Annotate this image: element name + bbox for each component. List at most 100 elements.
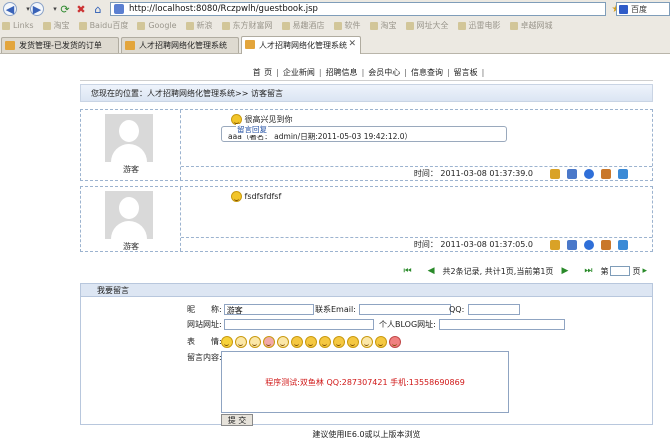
nav-jobs[interactable]: 招聘信息	[322, 67, 362, 78]
blush-emoji-icon[interactable]	[263, 336, 275, 348]
smile-emoji-icon	[231, 191, 242, 202]
grin-emoji-icon[interactable]	[235, 336, 247, 348]
angry-emoji-icon[interactable]	[347, 336, 359, 348]
search-engine-box[interactable]: 百度	[616, 2, 670, 16]
address-text: http://localhost:8080/Rczpwlh/guestbook.…	[129, 4, 318, 14]
guestbook-form: 我要留言 昵 称: 游客 联系Email: QQ: 网站网址: 个人BLOG网址…	[80, 283, 653, 426]
message-meta: 时间： 2011-03-08 01:37:39.0	[181, 166, 652, 180]
tab-orders[interactable]: 发货管理-已发货的订单	[1, 37, 119, 53]
avatar	[105, 114, 153, 162]
blog-home-icon[interactable]	[601, 168, 611, 179]
nickname-input[interactable]: 游客	[223, 304, 314, 315]
blog-input[interactable]	[438, 319, 565, 330]
blog-row: 个人BLOG网址:	[379, 319, 565, 330]
tab-recruit-2[interactable]: 人才招聘网络化管理系统 ✕	[241, 36, 361, 54]
email-icon[interactable]	[567, 239, 577, 250]
bookmark-label: 迅雷电影	[468, 21, 501, 30]
tab-strip: 发货管理-已发货的订单 人才招聘网络化管理系统 人才招聘网络化管理系统 ✕	[0, 35, 670, 54]
tab-recruit-1[interactable]: 人才招聘网络化管理系统	[121, 37, 239, 53]
bookmark-item[interactable]: 新浪	[185, 20, 213, 31]
blog-home-icon[interactable]	[601, 239, 611, 250]
page-content: 首 页 | 企业新闻 | 招聘信息 | 会员中心 | 信息查询 | 留言板 | 您现在的位置…	[80, 64, 653, 440]
thumbs-up-emoji-icon[interactable]	[361, 336, 373, 348]
website-row: 网站网址:	[187, 319, 374, 330]
prev-page-icon[interactable]: ◀	[428, 266, 435, 276]
goto-page-input[interactable]	[610, 266, 631, 276]
message-item: 游客 fsdfsfdfsf 时间： 2011-03-08 01:37:05.0	[80, 186, 653, 252]
bookmark-item[interactable]: 软件	[333, 20, 361, 31]
bookmark-item[interactable]: 迅雷电影	[457, 20, 501, 31]
address-bar[interactable]: http://localhost:8080/Rczpwlh/guestbook.…	[110, 2, 606, 16]
next-page-icon[interactable]: ▶	[561, 266, 568, 276]
kiss-emoji-icon[interactable]	[375, 336, 387, 348]
nav-search[interactable]: 信息查询	[407, 67, 447, 78]
qq-label: QQ:	[449, 305, 465, 314]
qq-input[interactable]	[468, 304, 521, 315]
content-label: 留言内容:	[187, 353, 222, 362]
tab-label: 发货管理-已发货的订单	[19, 41, 102, 50]
bookmark-icon	[369, 21, 378, 30]
surprise-emoji-icon[interactable]	[305, 336, 317, 348]
nav-news[interactable]: 企业新闻	[279, 67, 319, 78]
last-page-icon[interactable]: ⏭	[584, 266, 592, 276]
nav-member[interactable]: 会员中心	[364, 67, 404, 78]
bookmark-item[interactable]: Google	[137, 21, 177, 30]
message-meta: 时间： 2011-03-08 01:37:05.0	[181, 237, 652, 251]
bookmark-label: 淘宝	[53, 21, 70, 30]
bookmark-icon	[221, 21, 230, 30]
content-textarea[interactable]: 程序测试:双鱼林 QQ:287307421 手机:13558690869	[221, 351, 509, 413]
submit-button[interactable]: 提 交	[221, 414, 253, 426]
bookmark-item[interactable]: 东方财富网	[221, 20, 273, 31]
message-text: fsdfsfdfsf	[244, 192, 282, 201]
wink-emoji-icon[interactable]	[291, 336, 303, 348]
page-favicon-icon	[114, 4, 124, 14]
lips-emoji-icon[interactable]	[389, 336, 401, 348]
website-icon[interactable]	[584, 168, 594, 179]
message-author: 游客	[123, 242, 139, 251]
bookmark-label: 新浪	[196, 21, 213, 30]
bookmark-item[interactable]: 卓越网城	[509, 20, 553, 31]
sad-emoji-icon[interactable]	[333, 336, 345, 348]
blog-label: 个人BLOG网址:	[379, 320, 436, 329]
cool-emoji-icon[interactable]	[319, 336, 331, 348]
close-tab-icon[interactable]: ✕	[348, 39, 356, 49]
browser-chrome: ◀ ▾ ▶ ▾ ⟳ ✖ ⌂ http://localhost:8080/Rczp…	[0, 0, 670, 54]
email-icon[interactable]	[567, 168, 577, 179]
breadcrumb-text: 您现在的位置：人才招聘网络化管理系统>> 访客留言	[91, 88, 283, 98]
website-icon[interactable]	[584, 239, 594, 250]
qq-icon[interactable]	[550, 168, 560, 179]
stop-icon[interactable]: ✖	[72, 1, 90, 17]
bookmark-icon	[333, 21, 342, 30]
goto-page-button[interactable]: ▸	[642, 266, 647, 276]
email-input[interactable]	[358, 304, 451, 315]
bookmark-item[interactable]: 淘宝	[42, 20, 70, 31]
reply-icon[interactable]	[618, 239, 628, 250]
message-avatar-cell: 游客	[81, 110, 181, 180]
home-icon[interactable]: ⌂	[89, 1, 107, 17]
back-icon[interactable]: ◀	[3, 2, 17, 16]
bookmark-item[interactable]: Links	[2, 21, 34, 30]
smile-emoji-icon[interactable]	[221, 336, 233, 348]
forward-icon[interactable]: ▶	[30, 2, 44, 16]
message-time: 时间： 2011-03-08 01:37:05.0	[413, 240, 533, 249]
laugh-emoji-icon[interactable]	[249, 336, 261, 348]
first-page-icon[interactable]: ⏮	[404, 266, 412, 276]
reply-icon[interactable]	[618, 168, 628, 179]
bookmark-label: 淘宝	[380, 21, 397, 30]
tongue-emoji-icon[interactable]	[277, 336, 289, 348]
bookmark-icon	[405, 21, 414, 30]
bookmark-label: 易趣酒店	[292, 21, 325, 30]
nav-separator: |	[481, 67, 485, 77]
content-row: 留言内容:	[187, 352, 222, 363]
nav-home[interactable]: 首 页	[249, 67, 277, 78]
bookmark-item[interactable]: 网址大全	[405, 20, 449, 31]
bookmark-item[interactable]: 易趣酒店	[281, 20, 325, 31]
nav-guestbook[interactable]: 留言板	[450, 67, 482, 78]
bookmark-item[interactable]: 淘宝	[369, 20, 397, 31]
bookmark-item[interactable]: Baidu百度	[78, 20, 128, 31]
website-input[interactable]	[223, 319, 374, 330]
content-hint: 程序测试:双鱼林 QQ:287307421 手机:13558690869	[265, 377, 465, 387]
qq-icon[interactable]	[550, 239, 560, 250]
tab-favicon-icon	[125, 41, 135, 50]
tab-label: 人才招聘网络化管理系统	[259, 41, 347, 50]
